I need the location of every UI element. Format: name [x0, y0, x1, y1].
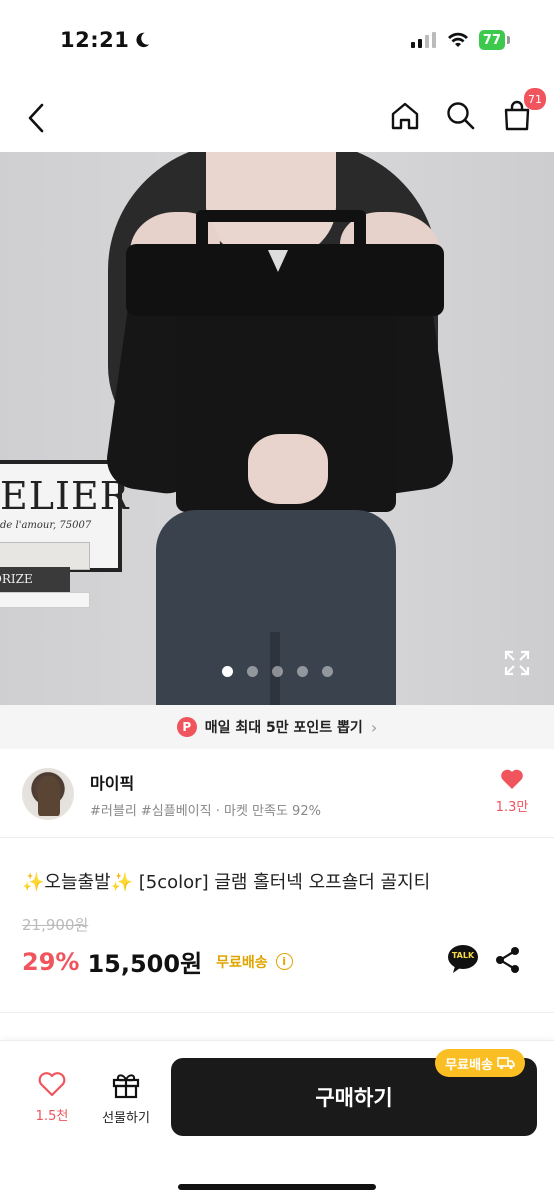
banner-text: 매일 최대 5만 포인트 뽑기 [204, 720, 363, 736]
nav-bar: 71 [0, 84, 554, 152]
image-frame-title: ELIER [0, 474, 130, 518]
gift-label: 선물하기 [102, 1111, 150, 1126]
nav-actions: 71 [388, 88, 546, 136]
home-icon [391, 102, 419, 130]
bottom-action-bar: 1.5천 선물하기 구매하기 무료배송 [0, 1040, 554, 1200]
image-frame-sub: de l'amour, 75007 [0, 520, 92, 531]
carousel-dot[interactable] [221, 666, 233, 677]
chevron-left-icon [28, 103, 44, 133]
image-model-hands [248, 434, 328, 504]
status-time-group: 12:21 [60, 28, 151, 52]
heart-outline-icon [38, 1072, 66, 1097]
discount-rate: 29% [22, 947, 80, 976]
price-row: 29% 15,500원 무료배송 i [22, 944, 293, 979]
battery-tip [507, 36, 510, 44]
gift-button[interactable]: 선물하기 [94, 1071, 158, 1126]
talk-button[interactable]: TALK [447, 944, 479, 974]
seller-like-count: 1.3만 [495, 800, 529, 815]
wifi-icon [447, 32, 468, 47]
search-button[interactable] [444, 96, 478, 136]
carousel-dot[interactable] [296, 666, 308, 677]
point-event-banner[interactable]: P 매일 최대 5만 포인트 뽑기 › [0, 705, 554, 749]
product-title: ✨오늘출발✨ [5color] 글램 홀터넥 오프숄더 골지티 [22, 872, 431, 893]
image-book-spine: ORIZE [0, 572, 33, 586]
original-price: 21,900원 [22, 916, 89, 934]
gift-icon [112, 1074, 140, 1099]
cart-count-badge: 71 [524, 88, 546, 110]
moon-icon [136, 32, 150, 48]
image-book-prop: ORIZE [0, 567, 70, 593]
image-book-prop [0, 592, 90, 608]
battery-indicator: 77 [478, 30, 505, 50]
chevron-right-icon: › [370, 717, 378, 737]
product-like-button[interactable]: 1.5천 [28, 1071, 76, 1124]
seller-avatar[interactable] [22, 768, 74, 820]
info-icon[interactable]: i [275, 953, 293, 970]
avatar-figure [38, 776, 60, 816]
home-indicator [178, 1184, 376, 1190]
share-icon [496, 947, 519, 973]
signal-icon [410, 32, 436, 48]
free-shipping-label: 무료배송 [216, 954, 268, 971]
truck-icon [497, 1057, 515, 1070]
seller-tags: #러블리 #심플베이직 · 마켓 만족도 92% [90, 804, 321, 819]
point-badge-icon: P [176, 717, 197, 737]
status-indicators: 77 [410, 30, 510, 50]
heart-icon [501, 769, 523, 789]
product-image-carousel[interactable]: ELIER de l'amour, 75007 ORIZE [0, 152, 554, 705]
section-divider [0, 1012, 554, 1013]
carousel-dot[interactable] [246, 666, 258, 677]
search-icon [447, 102, 475, 130]
image-book-prop [0, 542, 90, 570]
back-button[interactable] [16, 94, 56, 142]
home-button[interactable] [388, 96, 422, 136]
seller-like-button[interactable]: 1.3만 [492, 768, 532, 815]
carousel-dot[interactable] [271, 666, 283, 677]
cart-button[interactable]: 71 [500, 88, 546, 136]
status-time: 12:21 [60, 28, 130, 52]
sale-price: 15,500원 [87, 950, 203, 978]
product-like-count: 1.5천 [35, 1109, 69, 1124]
carousel-dot[interactable] [321, 666, 333, 677]
carousel-indicator [0, 666, 554, 677]
share-button[interactable] [494, 946, 522, 974]
talk-label: TALK [451, 951, 475, 960]
seller-name[interactable]: 마이픽 [90, 770, 134, 794]
free-shipping-badge-label: 무료배송 [445, 1057, 493, 1073]
seller-section[interactable]: 마이픽 #러블리 #심플베이직 · 마켓 만족도 92% 1.3만 [0, 750, 554, 838]
image-necklace [268, 250, 288, 272]
status-bar: 12:21 77 [0, 0, 554, 84]
battery-level: 77 [482, 32, 501, 48]
free-shipping-badge: 무료배송 [435, 1049, 525, 1077]
